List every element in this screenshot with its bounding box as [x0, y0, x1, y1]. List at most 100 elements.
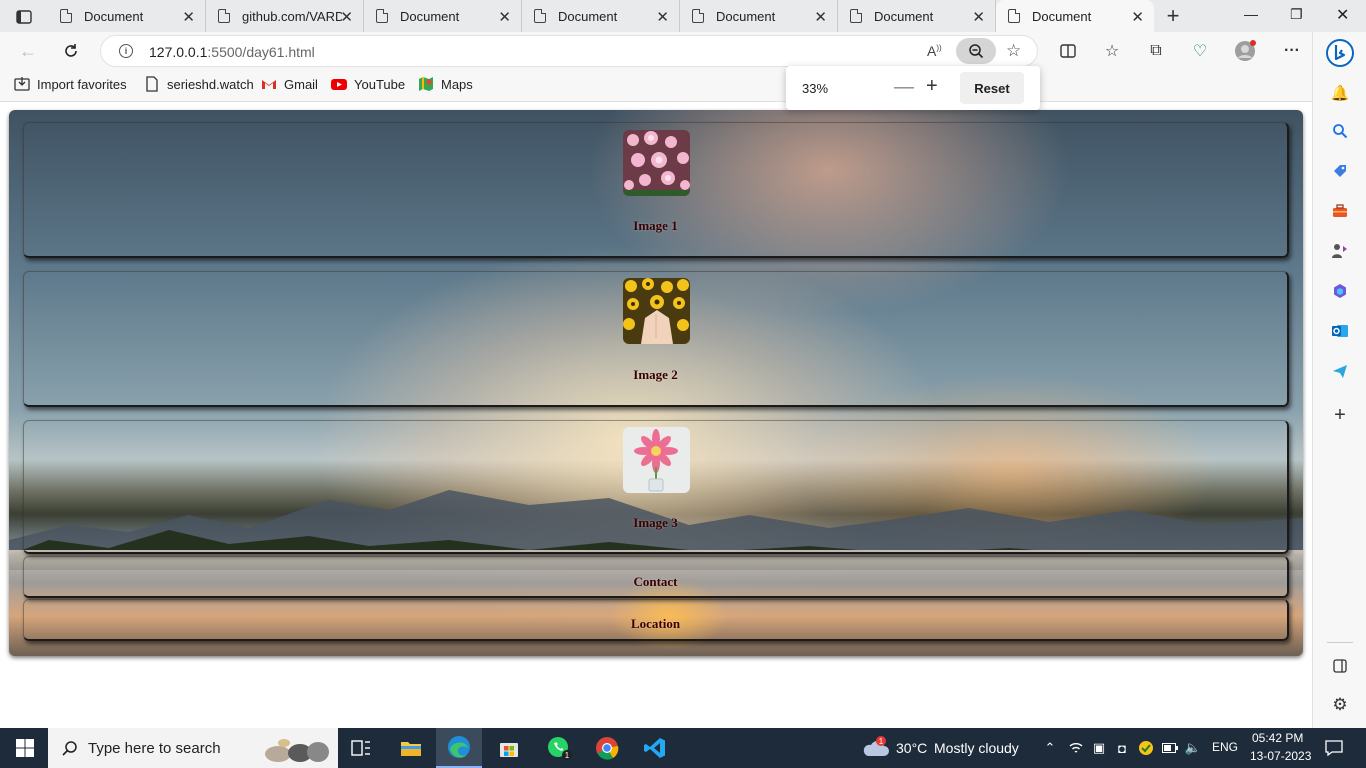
whatsapp-badge: 1 — [565, 751, 570, 760]
close-icon[interactable]: ✕ — [656, 8, 669, 26]
image-2-thumbnail[interactable] — [623, 278, 690, 344]
favorite-label: YouTube — [354, 76, 406, 92]
clock-time[interactable]: 05:42 PM — [1252, 731, 1303, 745]
notification-center-icon[interactable] — [1324, 739, 1344, 757]
volume-icon[interactable]: 🔈 — [1185, 740, 1201, 756]
tab-label: github.com/VARD — [242, 8, 342, 24]
image-card-3: Image 3 — [23, 420, 1289, 554]
favorite-serieshd[interactable]: serieshd.watch — [144, 76, 254, 92]
tab-document-4[interactable]: Document ✕ — [522, 0, 680, 32]
sidebar-settings-gear-icon[interactable]: ⚙ — [1329, 694, 1351, 716]
back-arrow-icon[interactable]: ← — [17, 40, 39, 62]
favorite-youtube[interactable]: YouTube — [331, 76, 405, 92]
tab-document-1[interactable]: Document ✕ — [48, 0, 206, 32]
norton-icon[interactable] — [1138, 740, 1154, 756]
chrome-icon[interactable] — [584, 728, 630, 768]
windows-start-icon[interactable] — [16, 739, 34, 757]
favorite-label: Maps — [441, 76, 473, 92]
add-sidebar-app-icon[interactable]: + — [1329, 404, 1351, 426]
file-explorer-icon[interactable] — [388, 728, 434, 768]
image-2-caption: Image 2 — [633, 367, 678, 382]
close-window-icon[interactable]: ✕ — [1336, 5, 1349, 25]
image-1-thumbnail[interactable] — [623, 130, 690, 196]
contact-card[interactable]: Contact — [23, 556, 1289, 598]
windows-taskbar: Type here to search 1 1 30°C Mostly clou… — [0, 728, 1366, 768]
tab-actions-icon[interactable] — [8, 6, 40, 28]
url-text[interactable]: 127.0.0.1:5500/day61.html — [149, 44, 315, 60]
youtube-icon — [331, 79, 347, 90]
landscape-background: Image 1 Image 2 Image 3 Contact Location — [9, 110, 1303, 656]
microsoft365-icon[interactable] — [1329, 280, 1351, 302]
more-menu-icon[interactable]: ··· — [1281, 40, 1303, 62]
browser-essentials-icon[interactable]: ♡ — [1189, 40, 1211, 62]
search-icon[interactable] — [1329, 120, 1351, 142]
image-3-thumbnail[interactable] — [623, 427, 690, 493]
usb-device-icon[interactable]: ▣ — [1091, 740, 1107, 756]
wifi-icon[interactable] — [1068, 740, 1084, 756]
zoom-reset-button[interactable]: Reset — [960, 72, 1024, 104]
read-aloud-icon[interactable]: A)) — [927, 43, 942, 59]
zoom-increase-icon[interactable]: + — [926, 75, 938, 98]
minimize-icon[interactable]: — — [1244, 6, 1258, 22]
task-view-icon[interactable] — [338, 728, 384, 768]
favorite-gmail[interactable]: Gmail — [261, 76, 318, 92]
close-icon[interactable]: ✕ — [498, 8, 511, 26]
shopping-tag-icon[interactable] — [1329, 160, 1351, 182]
weather-cloud-icon[interactable]: 1 — [862, 736, 890, 760]
vscode-icon[interactable] — [632, 728, 678, 768]
microsoft-store-icon[interactable] — [486, 728, 532, 768]
hide-sidebar-icon[interactable] — [1329, 655, 1351, 677]
zoom-out-icon[interactable] — [956, 38, 996, 64]
display-icon[interactable]: ◘ — [1114, 740, 1130, 756]
favorites-icon[interactable]: ☆ — [1101, 40, 1123, 62]
clock-date[interactable]: 13-07-2023 — [1250, 749, 1311, 763]
tab-document-6[interactable]: Document ✕ — [838, 0, 996, 32]
new-tab-icon[interactable]: + — [1162, 5, 1184, 27]
close-icon[interactable]: ✕ — [1131, 8, 1144, 26]
whatsapp-icon[interactable]: 1 — [536, 728, 582, 768]
language-indicator[interactable]: ENG — [1212, 740, 1238, 754]
address-bar[interactable]: i 127.0.0.1:5500/day61.html A)) ☆ — [100, 35, 1038, 67]
tab-label: Document — [874, 8, 934, 24]
bing-chat-icon[interactable] — [1325, 38, 1355, 68]
tools-briefcase-icon[interactable] — [1329, 200, 1351, 222]
favorite-star-icon[interactable]: ☆ — [1006, 41, 1021, 61]
refresh-icon[interactable] — [60, 40, 82, 62]
telegram-send-icon[interactable] — [1329, 360, 1351, 382]
games-icon[interactable] — [1329, 240, 1351, 262]
battery-icon[interactable] — [1162, 740, 1178, 756]
tab-github[interactable]: github.com/VARD ✕ — [206, 0, 364, 32]
tab-document-active[interactable]: Document ✕ — [996, 0, 1154, 32]
taskbar-search-box[interactable]: Type here to search — [48, 728, 338, 768]
close-icon[interactable]: ✕ — [814, 8, 827, 26]
close-icon[interactable]: ✕ — [972, 8, 985, 26]
location-link[interactable]: Location — [24, 616, 1287, 632]
gmail-icon — [262, 80, 276, 89]
profile-avatar[interactable] — [1234, 40, 1256, 62]
close-icon[interactable]: ✕ — [340, 8, 353, 26]
location-card[interactable]: Location — [23, 599, 1289, 641]
zoom-decrease-icon[interactable]: — — [894, 76, 914, 99]
favorites-bar: Import favorites serieshd.watch Gmail Yo… — [0, 70, 1312, 102]
outlook-icon[interactable] — [1329, 320, 1351, 342]
document-icon — [534, 9, 546, 23]
notifications-icon[interactable]: 🔔 — [1329, 82, 1351, 104]
tab-list: Document ✕ github.com/VARD ✕ Document ✕ Doc… — [48, 0, 1154, 32]
image-3-caption: Image 3 — [633, 515, 678, 530]
tab-document-5[interactable]: Document ✕ — [680, 0, 838, 32]
show-hidden-icons-chevron-icon[interactable]: ⌃ — [1042, 740, 1058, 756]
restore-icon[interactable]: ❐ — [1290, 6, 1303, 23]
close-icon[interactable]: ✕ — [182, 8, 195, 26]
contact-link[interactable]: Contact — [24, 574, 1287, 590]
search-placeholder: Type here to search — [88, 739, 221, 757]
favorite-maps[interactable]: Maps — [418, 76, 473, 92]
edge-browser-icon[interactable] — [436, 728, 482, 768]
favorite-label: Gmail — [284, 76, 318, 92]
split-screen-icon[interactable] — [1057, 40, 1079, 62]
tab-document-3[interactable]: Document ✕ — [364, 0, 522, 32]
info-icon[interactable]: i — [119, 44, 133, 58]
collections-icon[interactable]: ⧉ — [1145, 40, 1167, 62]
yellow-flowers-image — [623, 278, 690, 344]
navigation-bar: ← i 127.0.0.1:5500/day61.html A)) ☆ ☆ ⧉ … — [0, 32, 1312, 70]
favorite-import[interactable]: Import favorites — [14, 76, 127, 92]
